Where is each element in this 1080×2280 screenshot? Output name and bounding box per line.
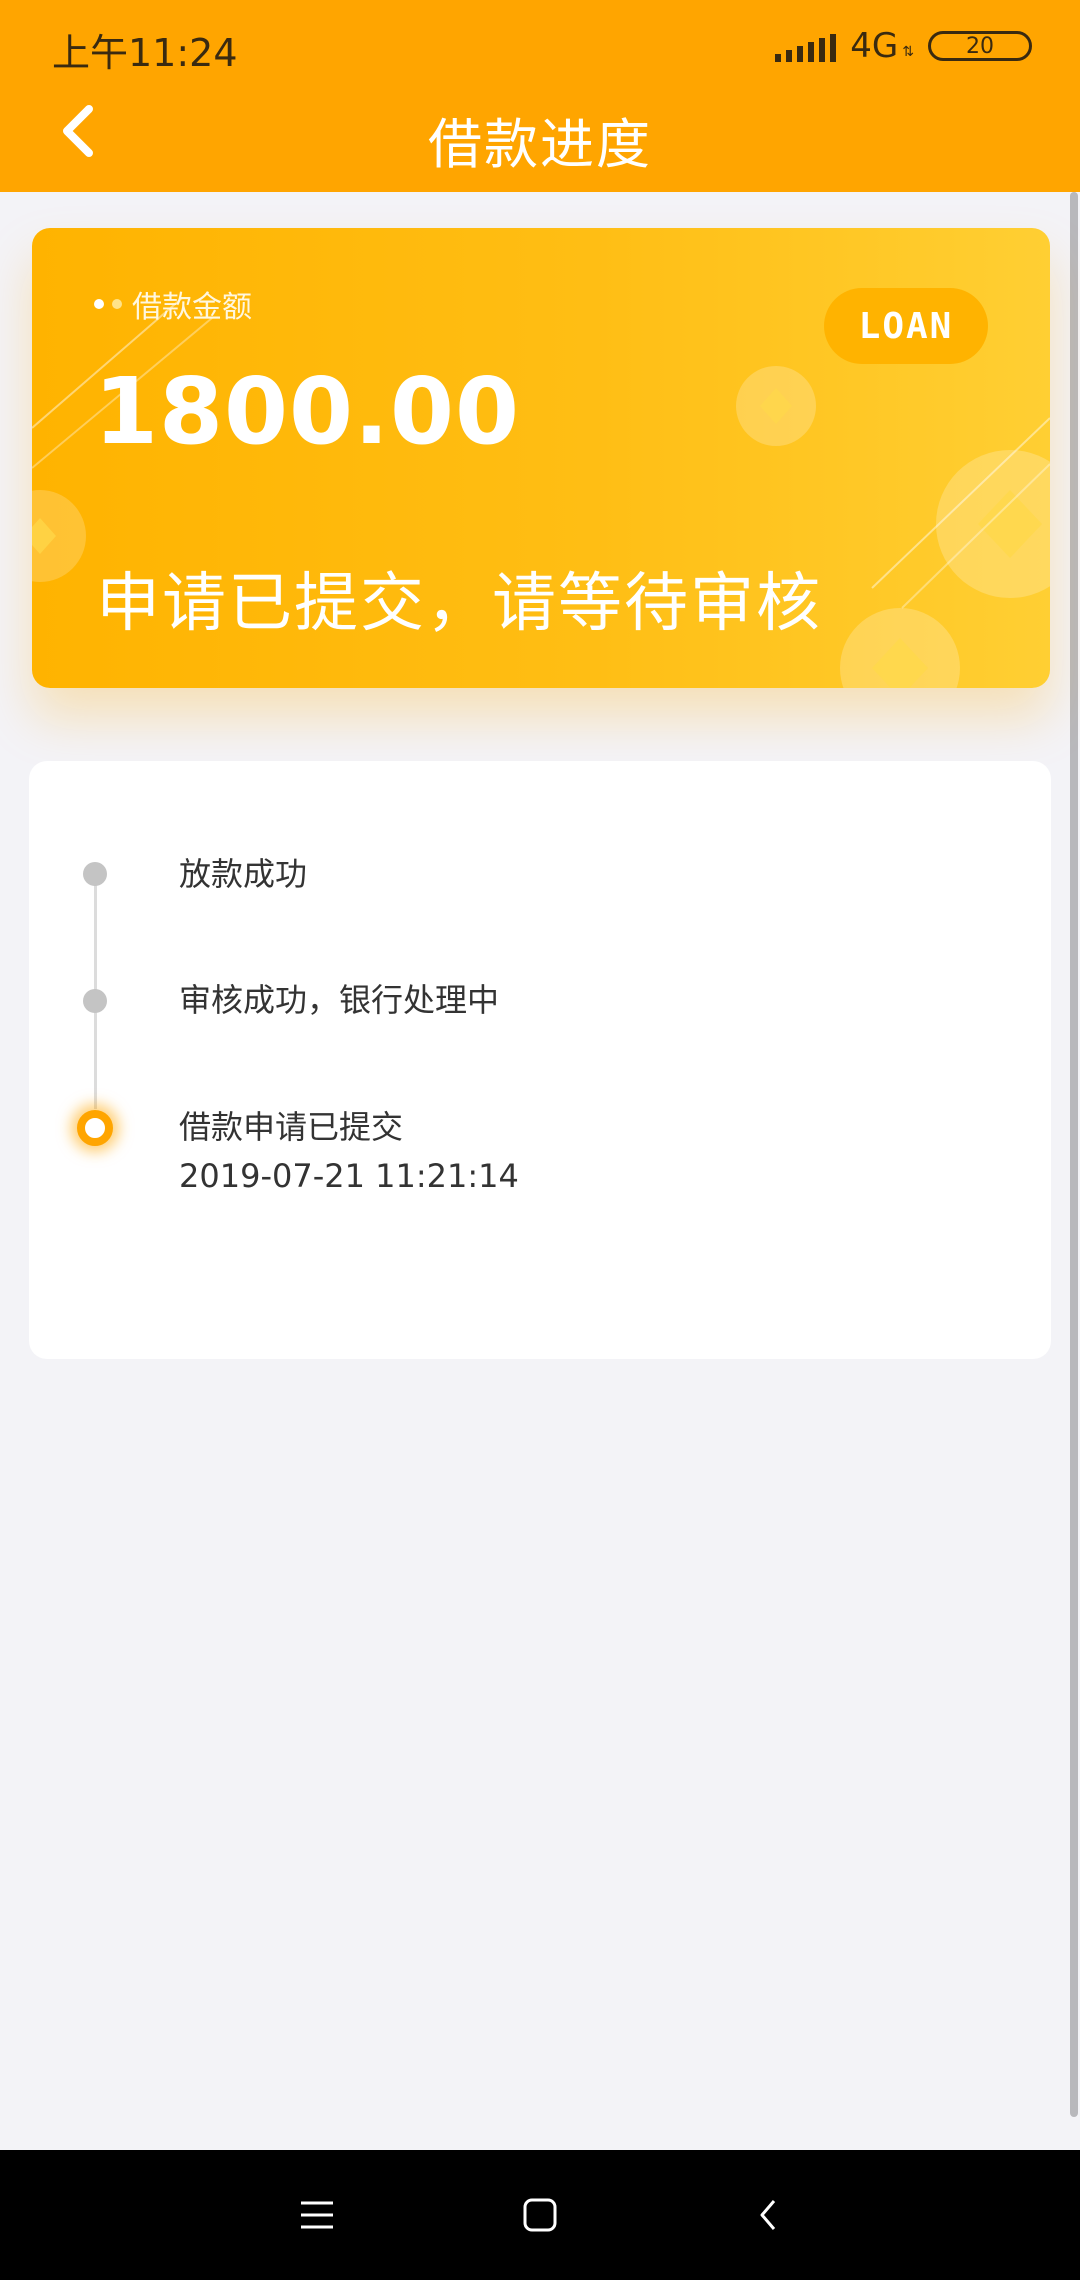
nav-home-button[interactable] bbox=[515, 2190, 565, 2240]
timeline-dot-inactive bbox=[83, 989, 107, 1013]
loan-badge: LOAN bbox=[824, 288, 988, 364]
timeline-label: 借款申请已提交 bbox=[179, 1108, 404, 1146]
loan-amount: 1800.00 bbox=[94, 358, 521, 465]
menu-icon bbox=[301, 2201, 333, 2229]
progress-timeline: 放款成功 审核成功，银行处理中 借款申请已提交 2019-07-21 11:21… bbox=[29, 761, 1051, 1359]
timeline-label: 审核成功，银行处理中 bbox=[179, 981, 500, 1019]
system-nav-bar bbox=[0, 2150, 1080, 2280]
dots-icon bbox=[94, 299, 122, 309]
nav-back-button[interactable] bbox=[743, 2190, 793, 2240]
battery-level: 20 bbox=[966, 33, 994, 59]
timeline-timestamp: 2019-07-21 11:21:14 bbox=[179, 1157, 519, 1195]
timeline-dot-active bbox=[77, 1110, 113, 1146]
signal-icon bbox=[775, 30, 837, 62]
nav-menu-button[interactable] bbox=[292, 2190, 342, 2240]
timeline-dot-inactive bbox=[83, 862, 107, 886]
application-status: 申请已提交，请等待审核 bbox=[96, 567, 822, 641]
data-activity-icon: ⇅ bbox=[902, 44, 914, 60]
home-square-icon bbox=[523, 2198, 557, 2232]
network-type: 4G bbox=[850, 26, 899, 66]
scrollbar[interactable] bbox=[1070, 192, 1078, 2117]
amount-label-row: 借款金额 bbox=[94, 282, 252, 326]
battery-icon: 20 bbox=[928, 31, 1032, 61]
amount-label: 借款金额 bbox=[132, 290, 252, 325]
status-icons: 4G ⇅ 20 bbox=[775, 26, 1032, 66]
loan-amount-card: 借款金额 1800.00 申请已提交，请等待审核 LOAN bbox=[32, 228, 1050, 688]
back-arrow-icon bbox=[760, 2200, 776, 2230]
app-header: 上午11:24 4G ⇅ 20 借款进度 bbox=[0, 0, 1080, 192]
status-time: 上午11:24 bbox=[52, 31, 238, 75]
page-title: 借款进度 bbox=[428, 113, 652, 176]
timeline-label: 放款成功 bbox=[179, 855, 308, 893]
